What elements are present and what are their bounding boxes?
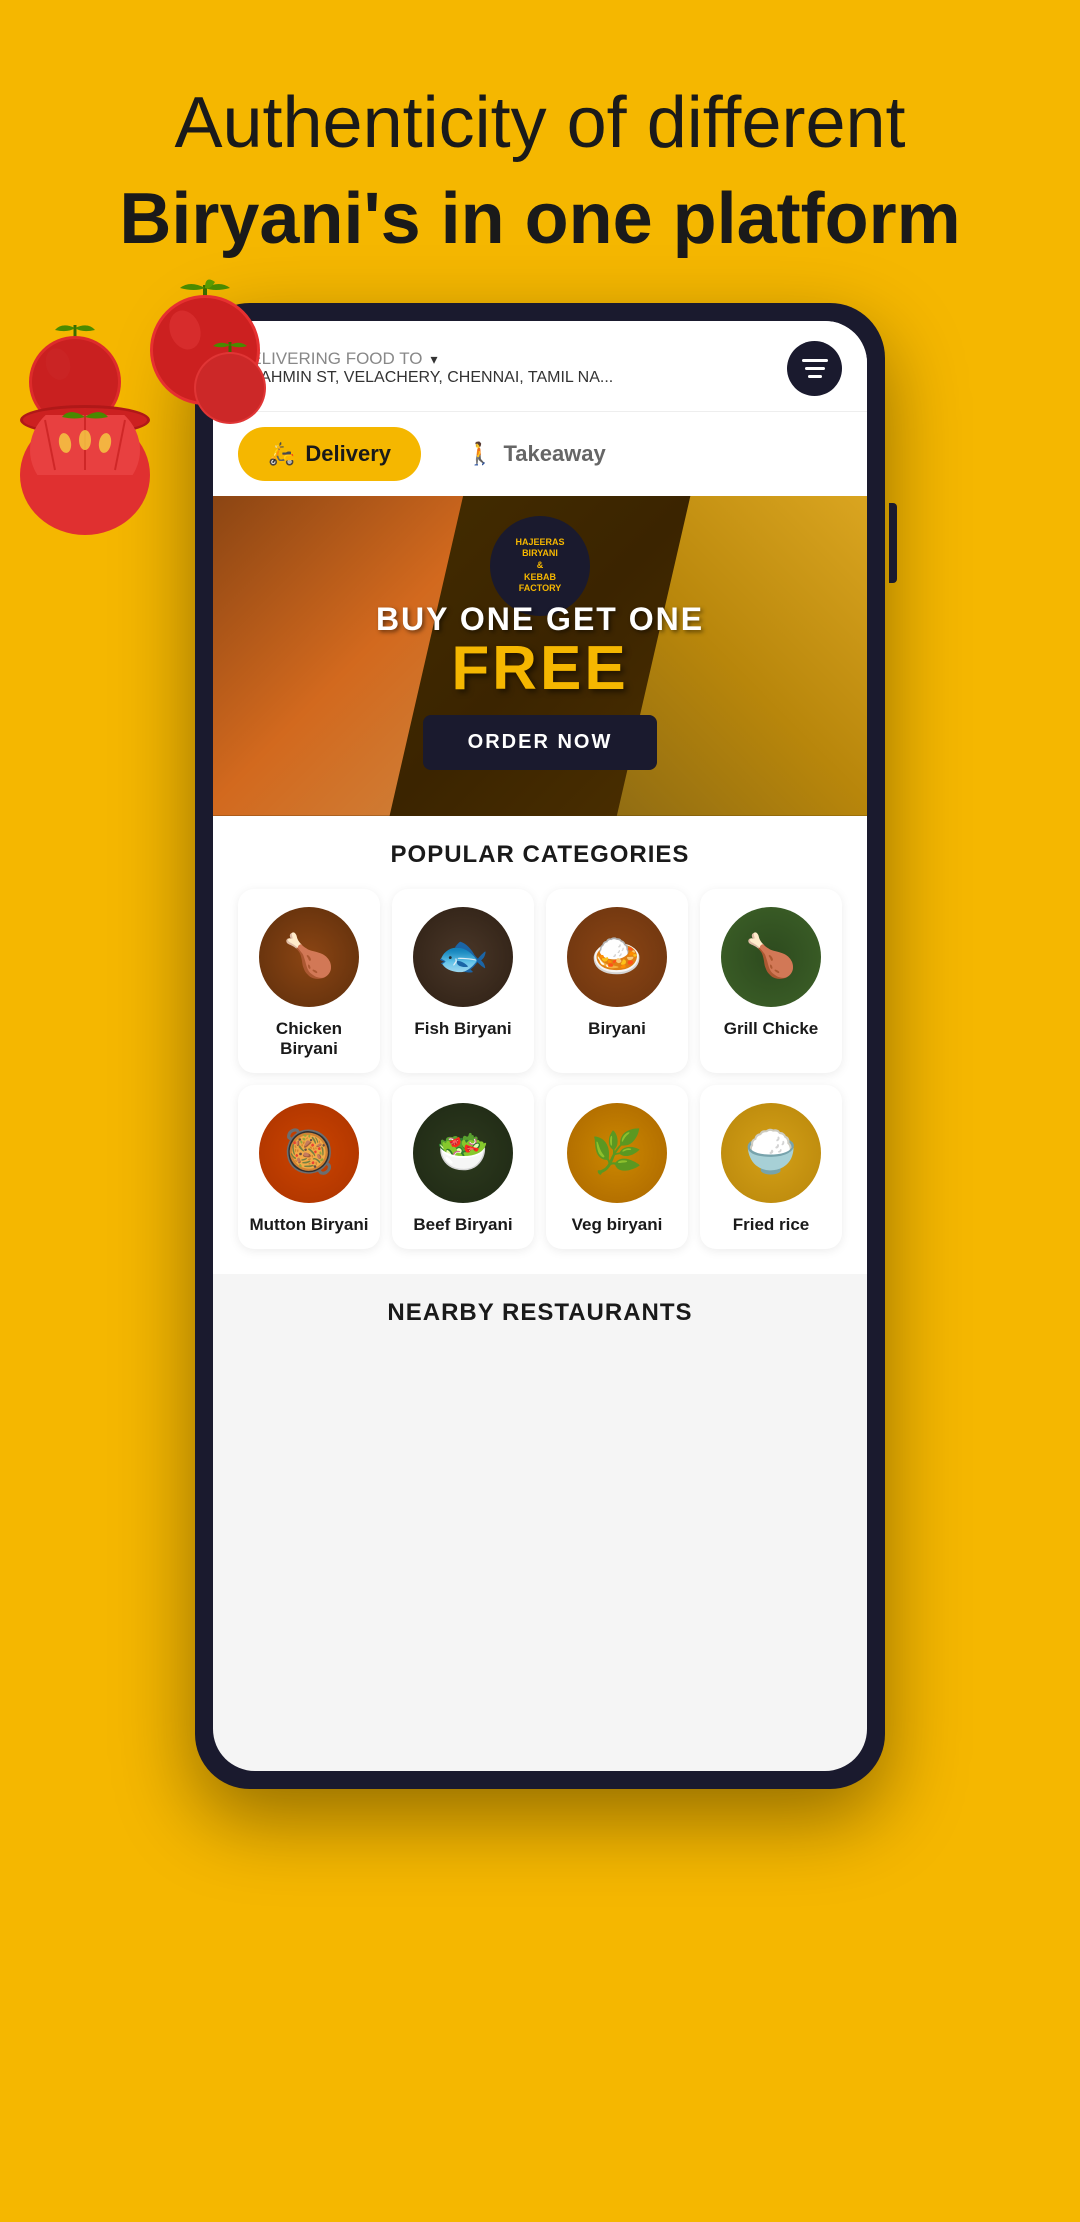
categories-section: POPULAR CATEGORIES 🍗 Chicken Biryani 🐟 Fish… [213, 816, 867, 1274]
takeaway-button[interactable]: 🚶 Takeaway [436, 427, 636, 481]
delivery-label: Delivery [305, 441, 391, 467]
category-card[interactable]: 🍚 Fried rice [700, 1085, 842, 1249]
categories-title: POPULAR CATEGORIES [238, 841, 842, 869]
delivery-toggle: 🛵 Delivery 🚶 Takeaway [213, 412, 867, 496]
takeaway-icon: 🚶 [466, 441, 493, 467]
hero-title-bold: Biryani's in one platform [40, 176, 1040, 262]
category-label: Veg biryani [572, 1215, 663, 1235]
category-image: 🍗 [259, 907, 359, 1007]
category-card[interactable]: 🐟 Fish Biryani [392, 889, 534, 1073]
chevron-down-icon[interactable]: ▾ [431, 351, 438, 368]
category-image: 🍚 [721, 1103, 821, 1203]
category-card[interactable]: 🍗 Grill Chicke [700, 889, 842, 1073]
nearby-section: NEARBY RESTAURANTS [213, 1274, 867, 1362]
hero-title-light: Authenticity of different [40, 80, 1040, 166]
category-image: 🍗 [721, 907, 821, 1007]
bottom-area [0, 1789, 1080, 1909]
nearby-title: NEARBY RESTAURANTS [238, 1299, 842, 1327]
category-label: Mutton Biryani [250, 1215, 369, 1235]
address-bar: DELIVERING FOOD TO ▾ BRAHMIN ST, VELACHE… [213, 321, 867, 412]
phone-side-button [889, 503, 897, 583]
category-card[interactable]: 🥗 Beef Biryani [392, 1085, 534, 1249]
order-now-button[interactable]: ORDER NOW [423, 715, 658, 770]
takeaway-label: Takeaway [503, 441, 605, 467]
category-image: 🍛 [567, 907, 667, 1007]
tomato-decoration [20, 260, 310, 540]
category-card[interactable]: 🌿 Veg biryani [546, 1085, 688, 1249]
categories-grid: 🍗 Chicken Biryani 🐟 Fish Biryani 🍛 Biryani 🍗 Gr… [238, 889, 842, 1249]
filter-line-1 [802, 359, 828, 362]
category-card[interactable]: 🍗 Chicken Biryani [238, 889, 380, 1073]
filter-icon [802, 359, 828, 378]
category-label: Biryani [588, 1019, 646, 1039]
filter-line-3 [808, 375, 822, 378]
filter-line-2 [805, 367, 825, 370]
category-image: 🌿 [567, 1103, 667, 1203]
banner-free-text: FREE [376, 638, 704, 700]
banner-content: BUY ONE GET ONE FREE ORDER NOW [376, 601, 704, 770]
hero-section: Authenticity of different Biryani's in o… [0, 0, 1080, 1789]
phone-screen: DELIVERING FOOD TO ▾ BRAHMIN ST, VELACHE… [213, 321, 867, 1771]
promo-banner: HAJEERAS BIRYANI & KEBAB FACTORY BUY ONE… [213, 496, 867, 816]
category-label: Grill Chicke [724, 1019, 818, 1039]
banner-promo-text: BUY ONE GET ONE [376, 601, 704, 638]
category-card[interactable]: 🥘 Mutton Biryani [238, 1085, 380, 1249]
filter-button[interactable] [787, 341, 842, 396]
category-label: Chicken Biryani [248, 1019, 370, 1059]
category-label: Fried rice [733, 1215, 810, 1235]
category-label: Beef Biryani [413, 1215, 512, 1235]
category-image: 🥘 [259, 1103, 359, 1203]
banner-logo-text: HAJEERAS BIRYANI & KEBAB FACTORY [515, 537, 564, 595]
category-card[interactable]: 🍛 Biryani [546, 889, 688, 1073]
category-image: 🥗 [413, 1103, 513, 1203]
category-image: 🐟 [413, 907, 513, 1007]
category-label: Fish Biryani [414, 1019, 511, 1039]
